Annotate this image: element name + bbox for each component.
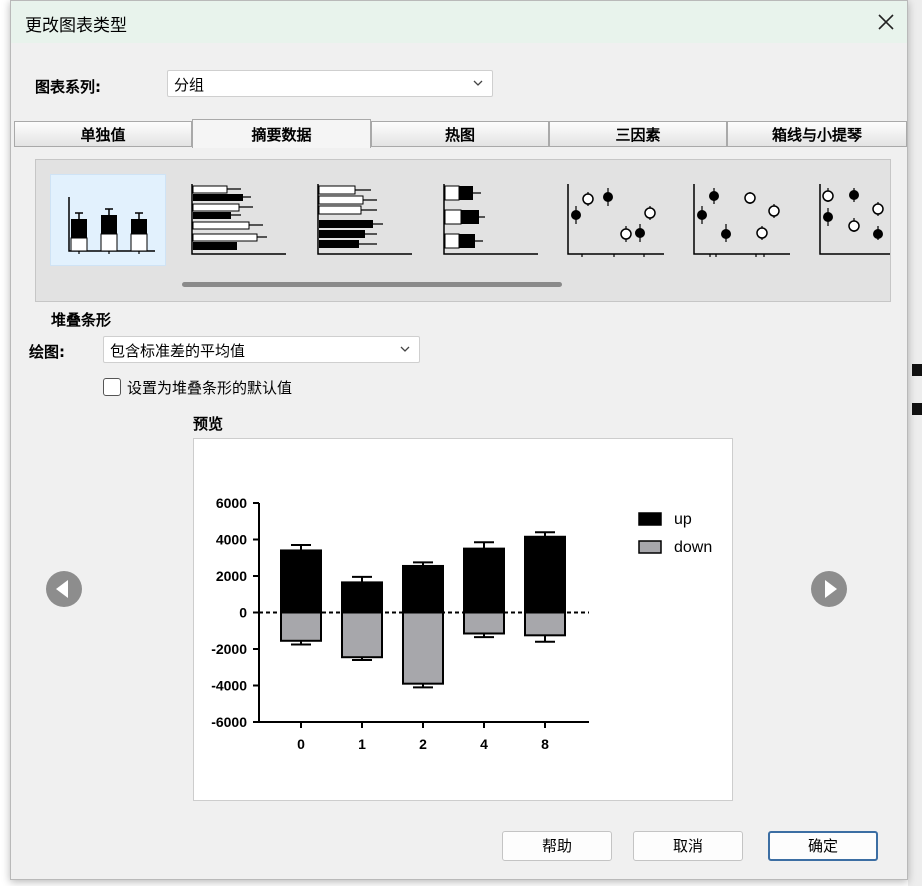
- next-arrow-icon[interactable]: [810, 570, 848, 608]
- background-mark: [912, 364, 922, 376]
- y-tick-label: 6000: [216, 495, 247, 511]
- help-button[interactable]: 帮助: [502, 831, 612, 861]
- dot-plot-icon: [567, 184, 664, 257]
- tab-summary-data[interactable]: 摘要数据: [192, 119, 371, 148]
- bar-down: [402, 611, 444, 685]
- thumbnail-stacked-bar[interactable]: [50, 174, 166, 266]
- y-tick-label: 2000: [216, 568, 247, 584]
- horizontal-stacked-bar-icon: [443, 184, 538, 255]
- chevron-down-icon: [400, 346, 410, 352]
- preview-label: 预览: [193, 415, 224, 433]
- legend-swatch-down: [638, 540, 662, 554]
- tab-individual-values[interactable]: 单独值: [14, 121, 192, 147]
- thumbnail-dot-plot-partial[interactable]: [806, 174, 890, 266]
- change-chart-type-dialog: 更改图表类型 图表系列: 分组 单独值 摘要数据 热图 三因素 箱线与小提琴 堆…: [10, 0, 908, 880]
- bar-down: [280, 611, 322, 642]
- x-tick-label: 1: [358, 736, 366, 752]
- legend-label-down: down: [674, 539, 712, 556]
- thumbnail-dot-plot[interactable]: [554, 174, 670, 266]
- thumbnail-horizontal-grouped-bar[interactable]: [176, 174, 292, 266]
- stacked-bar-icon: [68, 197, 155, 254]
- tab-three-factor[interactable]: 三因素: [549, 121, 727, 147]
- bar-up: [280, 549, 322, 614]
- bar-down: [524, 611, 566, 637]
- gallery-scrollbar[interactable]: [182, 282, 562, 287]
- horizontal-grouped-bar-icon: [191, 184, 286, 255]
- legend-label-up: up: [674, 511, 692, 528]
- chart-category-tabs: 单独值 摘要数据 热图 三因素 箱线与小提琴: [14, 119, 907, 148]
- previous-arrow-icon[interactable]: [45, 570, 83, 608]
- bar-up: [524, 535, 566, 614]
- y-tick-label: -6000: [211, 714, 247, 730]
- chart-type-gallery: [35, 159, 891, 302]
- plot-select[interactable]: 包含标准差的平均值: [103, 336, 420, 363]
- plot-label: 绘图:: [29, 343, 65, 361]
- section-title: 堆叠条形: [51, 311, 112, 329]
- x-tick-label: 0: [297, 736, 305, 752]
- series-label: 图表系列:: [35, 78, 101, 96]
- horizontal-bar-icon: [317, 184, 412, 255]
- tab-divider: [14, 146, 907, 147]
- legend-swatch-up: [638, 512, 662, 526]
- default-checkbox[interactable]: [103, 378, 121, 396]
- thumbnail-dot-plot-alt[interactable]: [680, 174, 796, 266]
- bar-up: [402, 564, 444, 614]
- bar-down: [341, 611, 383, 659]
- close-button[interactable]: [871, 7, 901, 37]
- close-icon: [878, 14, 894, 30]
- bar-up: [463, 547, 505, 614]
- background-window-edge: [908, 0, 922, 886]
- title-bar: 更改图表类型: [11, 1, 907, 43]
- x-tick-label: 8: [541, 736, 549, 752]
- cancel-button[interactable]: 取消: [633, 831, 743, 861]
- chevron-down-icon: [473, 80, 483, 86]
- x-tick-label: 2: [419, 736, 427, 752]
- y-tick-label: 4000: [216, 532, 247, 548]
- bar-up: [341, 581, 383, 614]
- y-tick-label: -2000: [211, 641, 247, 657]
- dot-plot-partial-icon: [819, 184, 890, 255]
- background-mark: [912, 403, 922, 415]
- series-select[interactable]: 分组: [167, 70, 493, 97]
- thumbnail-horizontal-stacked-bar[interactable]: [428, 174, 544, 266]
- tab-box-violin[interactable]: 箱线与小提琴: [727, 121, 907, 147]
- default-checkbox-label[interactable]: 设置为堆叠条形的默认值: [127, 377, 292, 398]
- x-tick-label: 4: [480, 736, 488, 752]
- ok-button[interactable]: 确定: [768, 831, 878, 861]
- y-tick-label: 0: [239, 605, 247, 621]
- dialog-title: 更改图表类型: [25, 16, 127, 36]
- thumbnail-horizontal-bar[interactable]: [302, 174, 418, 266]
- bar-down: [463, 611, 505, 635]
- dot-plot-alt-icon: [693, 184, 790, 257]
- preview-chart: 6000 4000 2000 0 -2000 -4000 -6000 0 1 2 4 8 up down: [211, 495, 712, 752]
- series-select-value: 分组: [174, 76, 205, 94]
- y-tick-label: -4000: [211, 678, 247, 694]
- chart-preview: 6000 4000 2000 0 -2000 -4000 -6000 0 1 2 4 8 up down: [193, 438, 733, 801]
- plot-select-value: 包含标准差的平均值: [110, 342, 246, 360]
- tab-heatmap[interactable]: 热图: [371, 121, 549, 147]
